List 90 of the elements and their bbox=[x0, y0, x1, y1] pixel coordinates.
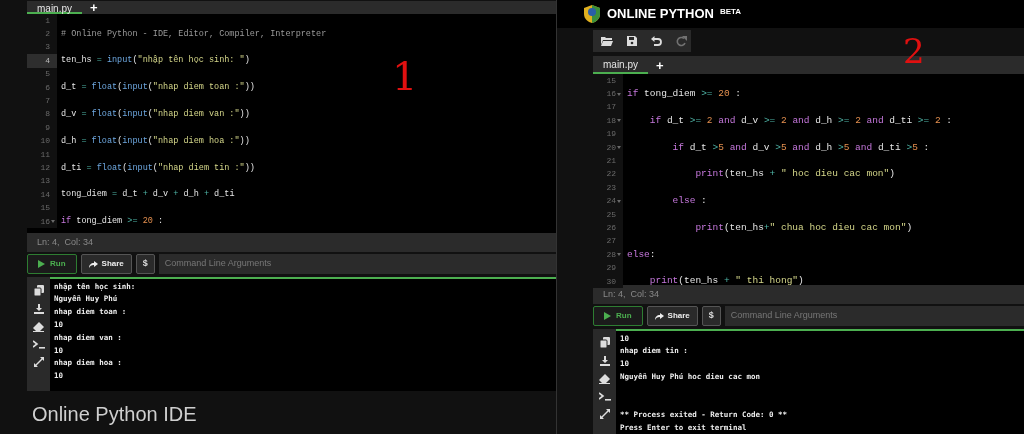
share-button[interactable]: Share bbox=[80, 254, 132, 274]
beta-label: BETA bbox=[719, 6, 742, 18]
line-number: 22 bbox=[606, 168, 616, 181]
share-button[interactable]: Share bbox=[646, 306, 698, 326]
line-number: 19 bbox=[606, 128, 616, 141]
terminal-icon[interactable] bbox=[598, 392, 611, 401]
add-tab-button[interactable]: + bbox=[82, 1, 106, 14]
line-number: 7 bbox=[45, 95, 50, 108]
fold-caret-icon[interactable] bbox=[616, 253, 621, 257]
line-number: 29 bbox=[606, 262, 616, 275]
code-line: d_v = float(input("nhap diem van :")) bbox=[60, 108, 250, 121]
line-number: 13 bbox=[40, 175, 50, 188]
run-button[interactable]: Run bbox=[593, 306, 643, 326]
line-number: 10 bbox=[40, 135, 50, 148]
status-bar: Ln: 4, Col: 34 bbox=[27, 233, 556, 252]
logo-icon[interactable] bbox=[583, 5, 601, 23]
line-number: 27 bbox=[606, 235, 616, 248]
line-number: 17 bbox=[606, 101, 616, 114]
play-icon bbox=[604, 312, 611, 320]
folder-icon[interactable] bbox=[601, 36, 613, 46]
line-number: 14 bbox=[40, 188, 50, 201]
share-arrow-icon bbox=[654, 312, 664, 320]
share-arrow-icon bbox=[88, 260, 98, 268]
eraser-icon[interactable] bbox=[599, 374, 610, 384]
line-number: 18 bbox=[606, 114, 616, 127]
fold-caret-icon[interactable] bbox=[616, 92, 621, 96]
fold-caret-icon[interactable] bbox=[616, 119, 621, 123]
code-line: ten_hs = input("nhập tên học sinh: ") bbox=[60, 54, 250, 68]
line-number: 2 bbox=[45, 28, 50, 41]
code-line: if tong_diem >= 20 : bbox=[60, 215, 164, 228]
line-number: 9 bbox=[45, 121, 50, 134]
line-number: 1 bbox=[45, 14, 50, 27]
code-line: d_h = float(input("nhap diem hoa :")) bbox=[60, 134, 250, 148]
line-number: 24 bbox=[606, 195, 616, 208]
line-number: 6 bbox=[45, 81, 50, 94]
command-line-arguments-field[interactable]: Command Line Arguments bbox=[158, 254, 556, 274]
save-icon[interactable] bbox=[627, 36, 637, 46]
line-number: 26 bbox=[606, 222, 616, 234]
terminal-icon[interactable] bbox=[32, 340, 45, 349]
dollar-button[interactable]: $ bbox=[701, 306, 721, 326]
undo-icon[interactable] bbox=[651, 35, 662, 47]
fold-caret-icon[interactable] bbox=[50, 220, 55, 224]
line-number: 25 bbox=[606, 208, 616, 221]
code-line: print(ten_hs+" chua hoc dieu cac mon") bbox=[694, 220, 913, 235]
code-line: # Online Python - IDE, Editor, Compiler, Interpreter bbox=[60, 27, 327, 41]
line-number: 16 bbox=[40, 215, 50, 228]
command-line-arguments-field[interactable]: Command Line Arguments bbox=[724, 306, 1024, 326]
file-tab[interactable]: main.py bbox=[27, 1, 82, 14]
code-line: tong_diem = d_t + d_v + d_h + d_ti bbox=[60, 188, 235, 202]
eraser-icon[interactable] bbox=[33, 322, 44, 332]
line-number: 5 bbox=[45, 68, 50, 81]
line-number: 11 bbox=[40, 148, 50, 161]
code-line: else: bbox=[626, 247, 656, 262]
line-number: 23 bbox=[606, 181, 616, 194]
code-editor[interactable] bbox=[27, 14, 556, 233]
app-title: ONLINE PYTHON bbox=[607, 5, 714, 24]
line-number: 20 bbox=[606, 141, 616, 154]
download-icon[interactable] bbox=[33, 304, 44, 314]
code-line: print(ten_hs + " hoc dieu cac mon") bbox=[694, 167, 895, 182]
line-number: 21 bbox=[606, 155, 616, 168]
line-number: 8 bbox=[45, 108, 50, 121]
run-button[interactable]: Run bbox=[27, 254, 77, 274]
code-line: else : bbox=[671, 194, 707, 209]
download-icon[interactable] bbox=[599, 356, 610, 366]
fold-caret-icon[interactable] bbox=[616, 146, 621, 150]
copy-icon[interactable] bbox=[599, 337, 610, 348]
line-number: 15 bbox=[606, 74, 616, 87]
code-line: if tong_diem >= 20 : bbox=[626, 86, 742, 101]
copy-icon[interactable] bbox=[33, 285, 44, 296]
handwritten-number: 1 bbox=[392, 56, 418, 96]
expand-icon[interactable] bbox=[599, 409, 610, 419]
code-line: if d_t >5 and d_v >5 and d_h >5 and d_ti >5 : bbox=[671, 140, 930, 155]
code-line: d_ti = float(input("nhap diem tin :")) bbox=[60, 161, 255, 175]
add-tab-button[interactable]: + bbox=[648, 56, 672, 74]
fold-caret-icon[interactable] bbox=[616, 199, 621, 203]
line-number: 16 bbox=[606, 88, 616, 101]
page-title: Online Python IDE bbox=[32, 402, 197, 427]
dollar-button[interactable]: $ bbox=[135, 254, 155, 274]
code-line: d_t = float(input("nhap diem toan :")) bbox=[60, 81, 255, 94]
line-number: 15 bbox=[40, 202, 50, 215]
line-number: 3 bbox=[45, 41, 50, 54]
line-number: 30 bbox=[606, 275, 616, 288]
line-number: 4 bbox=[45, 54, 50, 67]
play-icon bbox=[38, 260, 45, 268]
line-number: 12 bbox=[40, 162, 50, 174]
line-number: 28 bbox=[606, 248, 616, 261]
handwritten-number: 2 bbox=[903, 34, 925, 68]
expand-icon[interactable] bbox=[33, 357, 44, 367]
status-bar: Ln: 4, Col: 34 bbox=[593, 285, 1024, 304]
code-line: if d_t >= 2 and d_v >= 2 and d_h >= 2 and d_ti >= 2 : bbox=[648, 113, 953, 128]
